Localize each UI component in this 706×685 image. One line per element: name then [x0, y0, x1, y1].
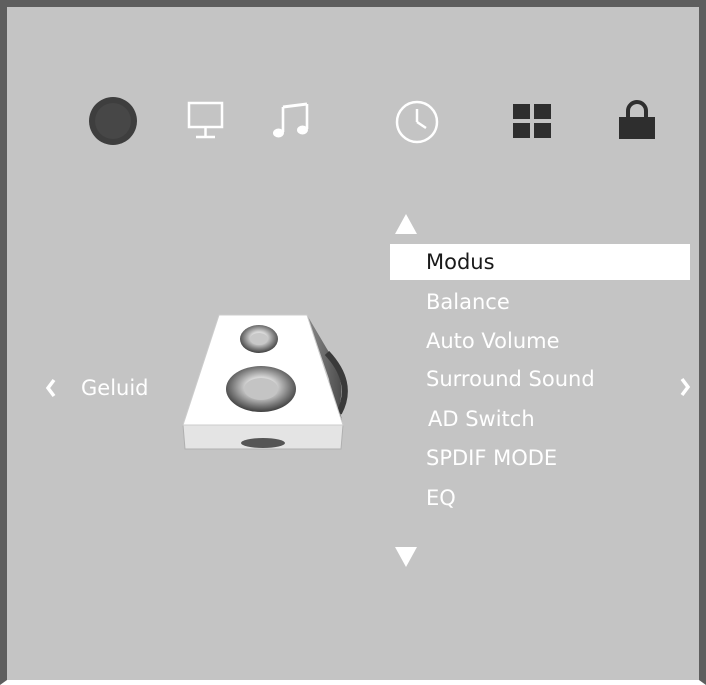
osd-menu: Geluid Modus Balance Auto Volume Surroun…: [0, 0, 706, 685]
menu-item-surround-sound[interactable]: Surround Sound: [390, 361, 690, 397]
screen-icon[interactable]: [187, 101, 225, 141]
speaker-icon: [182, 314, 348, 450]
music-note-icon[interactable]: [271, 99, 317, 141]
menu-item-ad-switch[interactable]: AD Switch: [390, 401, 690, 437]
lock-icon[interactable]: [615, 99, 659, 143]
menu-item-modus[interactable]: Modus: [390, 244, 690, 280]
triangle-down-icon[interactable]: [393, 545, 419, 569]
menu-item-spdif-mode[interactable]: SPDIF MODE: [390, 440, 690, 476]
grid-icon[interactable]: [511, 102, 553, 140]
menu-item-auto-volume[interactable]: Auto Volume: [390, 323, 690, 359]
category-label: Geluid: [81, 376, 149, 400]
menu-item-balance[interactable]: Balance: [390, 284, 690, 320]
menu-item-eq[interactable]: EQ: [390, 480, 690, 516]
triangle-up-icon[interactable]: [393, 212, 419, 236]
clock-icon[interactable]: [393, 99, 441, 145]
chevron-left-icon[interactable]: [45, 378, 57, 398]
picture-icon[interactable]: [85, 93, 141, 149]
